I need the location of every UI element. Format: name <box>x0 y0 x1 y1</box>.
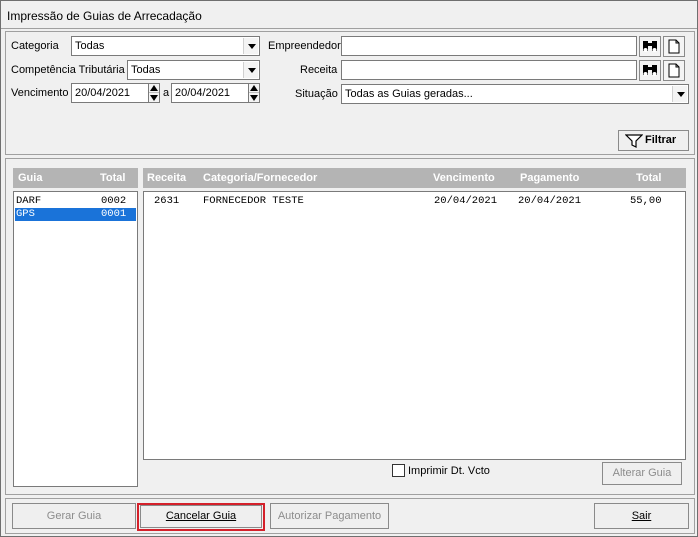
total-cell: 55,00 <box>630 195 662 207</box>
funnel-icon <box>625 134 643 148</box>
cancelar-guia-button[interactable]: Cancelar Guia <box>140 505 262 528</box>
vencimento-to-spinner[interactable] <box>248 83 260 103</box>
competencia-value: Todas <box>131 64 161 76</box>
binoculars-icon <box>643 41 657 52</box>
chevron-down-icon[interactable] <box>243 38 258 54</box>
vencimento-from-value: 20/04/2021 <box>75 87 131 99</box>
alterar-guia-label: Alterar Guia <box>612 467 672 479</box>
empreendedor-label: Empreendedor <box>268 40 341 52</box>
categoria-value: Todas <box>75 40 105 52</box>
vencimento-to-field[interactable]: 20/04/2021 <box>171 83 249 103</box>
imprimir-checkbox[interactable] <box>392 464 405 477</box>
pagamento-cell: 20/04/2021 <box>518 195 582 207</box>
vencimento-from-spinner[interactable] <box>148 83 160 103</box>
pagamento-column-header: Pagamento <box>520 172 580 184</box>
empreendedor-new-button[interactable] <box>663 36 685 57</box>
spin-down-icon[interactable] <box>249 93 259 102</box>
window-title: Impressão de Guias de Arrecadação <box>7 9 202 23</box>
title-bar: Impressão de Guias de Arrecadação <box>1 1 697 29</box>
categoria-cell: FORNECEDOR TESTE <box>203 195 304 207</box>
spin-up-icon[interactable] <box>149 84 159 93</box>
filtrar-button[interactable]: Filtrar <box>618 130 689 151</box>
gerar-guia-button[interactable]: Gerar Guia <box>12 503 136 529</box>
empreendedor-field[interactable] <box>341 36 637 56</box>
receita-field[interactable] <box>341 60 637 80</box>
situacao-select[interactable]: Todas as Guias geradas... <box>341 84 689 104</box>
binoculars-icon <box>643 65 657 76</box>
list-item-selected[interactable]: GPS 0001 <box>15 208 136 221</box>
guia-total: 0002 <box>101 195 127 207</box>
blank-document-icon <box>668 63 680 78</box>
list-item[interactable]: DARF 0002 <box>15 195 136 208</box>
vencimento-cell: 20/04/2021 <box>434 195 498 207</box>
categoria-column-header: Categoria/Fornecedor <box>203 172 318 184</box>
spin-down-icon[interactable] <box>149 93 159 102</box>
spin-up-icon[interactable] <box>249 84 259 93</box>
receita-column-header: Receita <box>147 172 187 184</box>
total-column-header: Total <box>100 172 126 184</box>
vencimento-separator: a <box>163 87 170 99</box>
receita-new-button[interactable] <box>663 60 685 81</box>
chevron-down-icon[interactable] <box>243 62 258 78</box>
detail-grid[interactable]: 2631 FORNECEDOR TESTE 20/04/2021 20/04/2… <box>143 191 686 460</box>
receita-search-button[interactable] <box>639 60 661 81</box>
receita-cell: 2631 <box>154 195 180 207</box>
vencimento-to-value: 20/04/2021 <box>175 87 231 99</box>
gerar-guia-label: Gerar Guia <box>46 510 102 522</box>
sair-label: Sair <box>631 510 652 522</box>
vencimento-column-header: Vencimento <box>433 172 495 184</box>
alterar-guia-button[interactable]: Alterar Guia <box>602 462 682 485</box>
categoria-label: Categoria <box>11 40 59 52</box>
imprimir-label: Imprimir Dt. Vcto <box>408 465 490 477</box>
blank-document-icon <box>668 39 680 54</box>
competencia-select[interactable]: Todas <box>127 60 260 80</box>
autorizar-pagamento-label: Autorizar Pagamento <box>277 510 382 522</box>
guia-column-header: Guia <box>18 172 43 184</box>
detail-grid-header: Receita Categoria/Fornecedor Vencimento … <box>143 168 686 188</box>
total-column-header: Total <box>636 172 662 184</box>
table-row[interactable]: 2631 FORNECEDOR TESTE 20/04/2021 20/04/2… <box>145 195 684 208</box>
guia-name: GPS <box>16 208 35 220</box>
cancelar-guia-label: Cancelar Guia <box>165 510 237 522</box>
receita-label: Receita <box>300 64 338 76</box>
situacao-label: Situação <box>295 88 338 100</box>
guias-list-header: Guia Total <box>13 168 138 188</box>
guias-window: Impressão de Guias de Arrecadação Catego… <box>0 0 698 537</box>
filtrar-label: Filtrar <box>645 134 677 146</box>
vencimento-from-field[interactable]: 20/04/2021 <box>71 83 149 103</box>
categoria-select[interactable]: Todas <box>71 36 260 56</box>
competencia-label: Competência Tributária <box>11 64 125 76</box>
empreendedor-search-button[interactable] <box>639 36 661 57</box>
vencimento-label: Vencimento <box>11 87 69 99</box>
sair-button[interactable]: Sair <box>594 503 689 529</box>
guia-name: DARF <box>16 195 42 207</box>
guias-list[interactable]: DARF 0002 GPS 0001 <box>13 191 138 487</box>
autorizar-pagamento-button[interactable]: Autorizar Pagamento <box>270 503 389 529</box>
situacao-value: Todas as Guias geradas... <box>345 88 473 100</box>
guia-total: 0001 <box>101 208 127 220</box>
chevron-down-icon[interactable] <box>672 86 687 102</box>
